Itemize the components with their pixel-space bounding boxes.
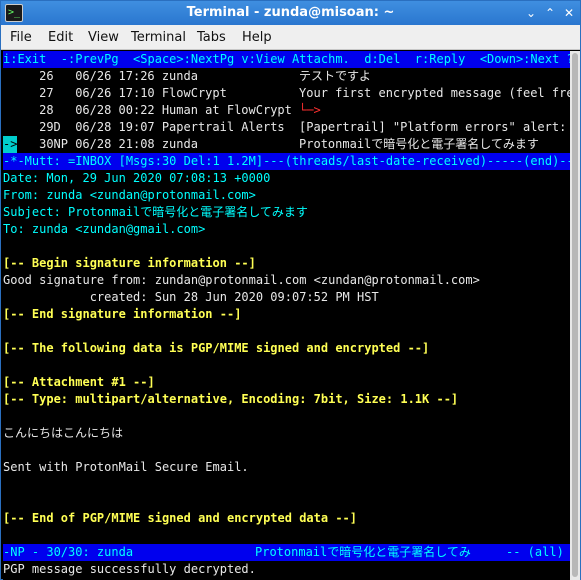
index-from: FlowCrypt: [161, 86, 227, 100]
header-from: From: zunda <zundan@protonmail.com>: [3, 188, 256, 202]
menu-help[interactable]: Help: [242, 30, 272, 45]
signature-end: [-- End signature information --]: [3, 307, 242, 321]
index-num: 26: [39, 69, 54, 83]
menu-tabs[interactable]: Tabs: [197, 30, 226, 45]
message-index-row[interactable]: -> 30 NP 06/28 21:08 zunda Protonmailで暗号化と電子署…: [3, 136, 570, 153]
index-flags: NP: [53, 137, 68, 151]
index-from: Human at FlowCrypt: [161, 103, 292, 117]
menu-edit[interactable]: Edit: [48, 30, 73, 45]
index-from: zunda: [161, 69, 198, 83]
mutt-help-line: i:Exit -:PrevPg <Space>:NextPg v:View At…: [3, 51, 570, 68]
status-message: PGP message successfully decrypted.: [3, 562, 256, 576]
index-subject: [Papertrail] "Platform errors" alert:: [299, 120, 567, 134]
index-date: 06/28 00:22: [75, 103, 155, 117]
index-subject: Your first encrypted message (feel fre: [299, 86, 570, 100]
index-num: 27: [39, 86, 54, 100]
message-index-row[interactable]: 26 06/26 17:26 zunda テストですよ: [3, 68, 570, 85]
index-date: 06/26 17:10: [75, 86, 155, 100]
index-subject: Protonmailで暗号化と電子署名してみます: [299, 137, 539, 151]
signature-begin: [-- Begin signature information --]: [3, 256, 256, 270]
header-subject: Subject: Protonmailで暗号化と電子署名してみます: [3, 205, 308, 219]
message-index-row[interactable]: 28 06/28 00:22 Human at FlowCrypt └─>: [3, 102, 570, 119]
pager-status-right: -- (all): [506, 545, 564, 559]
attachment-type-line: [-- Type: multipart/alternative, Encodin…: [3, 392, 459, 406]
terminal-screen[interactable]: i:Exit -:PrevPg <Space>:NextPg v:View At…: [3, 51, 570, 580]
index-from: Papertrail Alerts: [161, 120, 285, 134]
index-num: 30: [39, 137, 54, 151]
message-index-row[interactable]: 29 D 06/28 19:07 Papertrail Alerts [Papertra…: [3, 119, 570, 136]
good-signature-line: Good signature from: zundan@protonmail.c…: [3, 273, 480, 287]
menu-view[interactable]: View: [88, 30, 119, 45]
pgp-end-line: [-- End of PGP/MIME signed and encrypted…: [3, 511, 358, 525]
close-button[interactable]: ✕: [561, 5, 577, 21]
index-status-bar: -*-Mutt: =INBOX [Msgs:30 Del:1 1.2M]---(…: [3, 153, 570, 170]
index-date: 06/26 17:26: [75, 69, 155, 83]
index-subject: テストですよ: [299, 69, 372, 83]
pager-status-subject: Protonmailで暗号化と電子署名してみ: [255, 545, 471, 559]
terminal-scrollbar[interactable]: [570, 51, 580, 580]
index-flags: [54, 85, 61, 102]
index-date: 06/28 21:08: [75, 137, 155, 151]
menu-bar: File Edit View Terminal Tabs Help: [1, 25, 580, 50]
index-from: zunda: [161, 137, 198, 151]
index-flags: [54, 68, 61, 85]
message-index-row[interactable]: 27 06/26 17:10 FlowCrypt Your first encryp…: [3, 85, 570, 102]
message-body-greeting: こんにちはこんにちは: [3, 426, 124, 440]
window-title: Terminal - zunda@misoan: ~: [186, 5, 395, 20]
index-date: 06/28 19:07: [75, 120, 155, 134]
index-num: 29: [39, 120, 54, 134]
pager-status-left: -NP - 30/30: zunda: [3, 545, 134, 559]
header-to: To: zunda <zundan@gmail.com>: [3, 222, 206, 236]
index-num: 28: [39, 103, 54, 117]
scrollbar-thumb[interactable]: [572, 53, 578, 577]
signature-created-line: created: Sun 28 Jun 2020 09:07:52 PM HST: [3, 290, 379, 304]
terminal-window: >_ Terminal - zunda@misoan: ~ ⌄ ⌃ ✕ File…: [0, 0, 581, 580]
header-date: Date: Mon, 29 Jun 2020 07:08:13 +0000: [3, 171, 271, 185]
maximize-button[interactable]: ⌃: [542, 5, 558, 21]
menu-terminal[interactable]: Terminal: [131, 30, 186, 45]
message-body-signature: Sent with ProtonMail Secure Email.: [3, 460, 249, 474]
menu-file[interactable]: File: [10, 30, 32, 45]
attachment-line: [-- Attachment #1 --]: [3, 375, 155, 389]
index-cursor-arrow: ->: [3, 136, 18, 153]
pgp-begin-line: [-- The following data is PGP/MIME signe…: [3, 341, 430, 355]
title-bar[interactable]: >_ Terminal - zunda@misoan: ~ ⌄ ⌃ ✕: [1, 1, 580, 25]
minimize-button[interactable]: ⌄: [523, 5, 539, 21]
pager-status-bar: -NP - 30/30: zunda Protonmailで暗号化と電子署名して…: [3, 544, 570, 561]
index-subject: └─>: [299, 103, 321, 117]
index-flags: [54, 102, 61, 119]
index-flags: D: [53, 120, 61, 134]
